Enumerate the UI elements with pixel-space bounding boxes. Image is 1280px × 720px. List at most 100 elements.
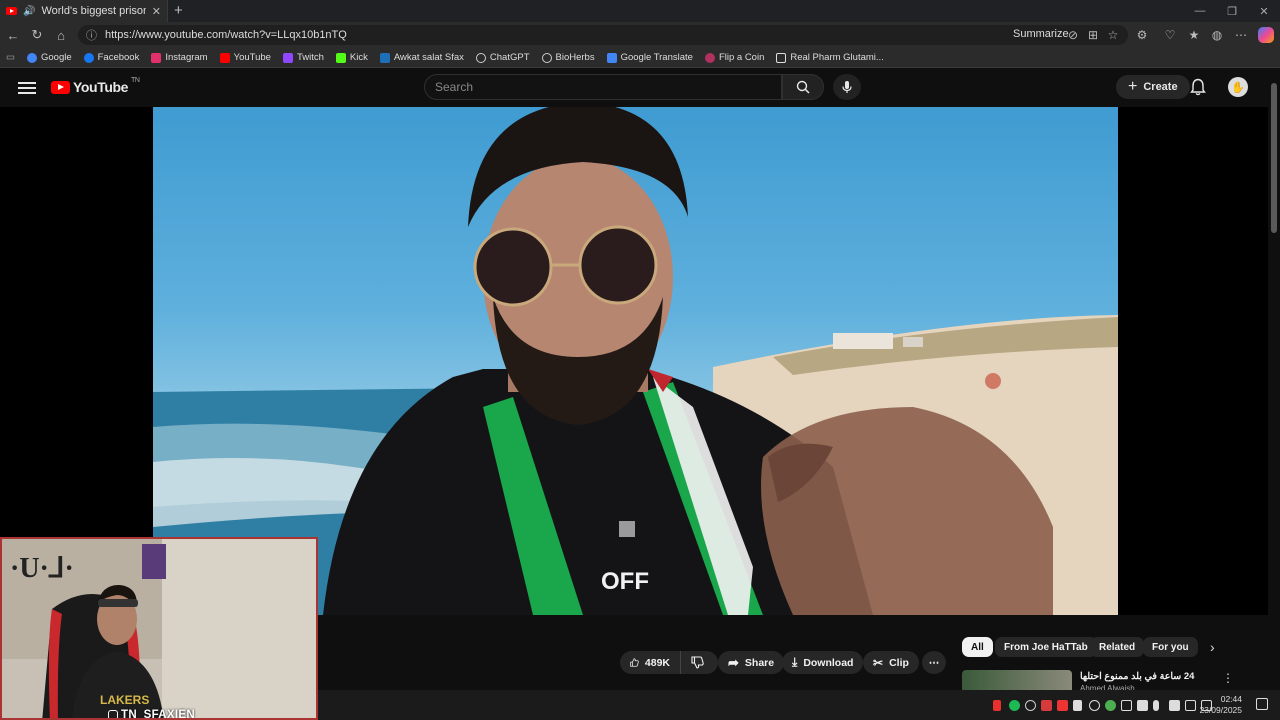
like-button[interactable]: 489K (620, 651, 680, 674)
chip-from-channel[interactable]: From Joe HaTTab (995, 637, 1097, 657)
bookmarks-menu-icon[interactable]: ▭ (0, 48, 21, 68)
minimize-button[interactable]: — (1184, 0, 1216, 22)
reader-view-icon[interactable]: ⊘ (1065, 27, 1081, 43)
scissors-icon: ✂ (873, 655, 884, 670)
tray-app-icon[interactable] (1105, 700, 1116, 711)
notifications-icon[interactable] (1256, 698, 1268, 710)
windows-taskbar: 02:44 23/09/2025 (318, 690, 1280, 720)
account-avatar[interactable]: ✋ (1228, 77, 1248, 97)
chip-all[interactable]: All (962, 637, 993, 657)
more-horizontal-icon: ⋯ (928, 656, 940, 669)
hamburger-menu-icon[interactable] (18, 79, 36, 97)
scrollbar-thumb[interactable] (1271, 83, 1277, 233)
more-actions-button[interactable]: ⋯ (922, 651, 946, 674)
chips-next-icon[interactable]: › (1210, 639, 1215, 655)
google-icon (26, 52, 37, 63)
bookmark-awkat-salat[interactable]: Awkat salat Sfax (374, 48, 470, 68)
bookmark-instagram[interactable]: Instagram (145, 48, 213, 68)
favorites-icon[interactable]: ★ (1186, 27, 1202, 43)
bookmark-google-translate[interactable]: Google Translate (601, 48, 699, 68)
real-pharm-icon (776, 52, 787, 63)
streamer-handle-label: TN_SFAXIEN (108, 709, 195, 718)
spotify-icon[interactable] (1009, 700, 1020, 711)
bookmark-youtube[interactable]: YouTube (214, 48, 277, 68)
browser-essentials-icon[interactable]: ♡ (1162, 27, 1178, 43)
chip-related[interactable]: Related (1090, 637, 1145, 657)
chatgpt-icon (475, 52, 486, 63)
profile-icon[interactable]: ◍ (1209, 27, 1225, 43)
close-window-button[interactable]: ✕ (1248, 0, 1280, 22)
extensions-icon[interactable]: ⚙ (1134, 27, 1150, 43)
tray-app-icon[interactable] (1073, 700, 1082, 711)
bookmarks-bar: ▭ Google Facebook Instagram YouTube Twit… (0, 48, 1280, 68)
download-icon: ⤓ (792, 655, 798, 669)
microphone-icon (842, 81, 852, 93)
tray-app-icon[interactable] (1089, 700, 1100, 711)
twitch-icon (282, 52, 293, 63)
clip-button[interactable]: ✂ Clip (863, 651, 919, 674)
recommended-thumbnail[interactable] (962, 670, 1072, 690)
tray-app-icon[interactable] (1025, 700, 1036, 711)
recommended-title[interactable]: 24 ساعة في بلد ممنوع احتلها (1080, 671, 1194, 682)
restore-button[interactable]: ❐ (1216, 0, 1248, 22)
tray-app-icon[interactable] (1137, 700, 1148, 711)
favorite-star-icon[interactable]: ☆ (1105, 27, 1121, 43)
chip-for-you[interactable]: For you (1143, 637, 1198, 657)
taskbar-clock[interactable]: 02:44 23/09/2025 (1199, 694, 1242, 716)
youtube-logo[interactable]: YouTube TN (51, 77, 140, 95)
page-scrollbar[interactable] (1268, 69, 1280, 689)
tray-app-icon[interactable] (1169, 700, 1180, 711)
thumbs-up-icon (630, 658, 639, 667)
youtube-header: YouTube TN Search + Create ✋ (0, 69, 1268, 107)
coin-icon (704, 52, 715, 63)
recommended-video-item[interactable]: 24 ساعة في بلد ممنوع احتلها Ahmed Alwais… (962, 670, 1262, 690)
instagram-icon (108, 710, 118, 718)
refresh-icon[interactable]: ↻ (28, 26, 46, 44)
tab-title: World's biggest prison - GA (41, 5, 145, 17)
notifications-bell-icon[interactable] (1190, 78, 1206, 96)
bookmark-kick[interactable]: Kick (330, 48, 374, 68)
new-tab-button[interactable]: + (174, 2, 183, 19)
search-button[interactable] (782, 74, 824, 100)
dislike-button[interactable] (680, 651, 718, 674)
tray-app-icon[interactable] (1041, 700, 1052, 711)
tray-app-icon[interactable] (1121, 700, 1132, 711)
more-options-icon[interactable]: ⋯ (1233, 27, 1249, 43)
jersey-text: LAKERS (100, 693, 149, 707)
recommended-menu-icon[interactable]: ⋮ (1222, 671, 1234, 685)
bookmark-bioherbs[interactable]: BioHerbs (536, 48, 601, 68)
bookmark-chatgpt[interactable]: ChatGPT (470, 48, 536, 68)
streamer-webcam: ·U·⅃· LAKERS TN_SFAXIEN (0, 537, 318, 720)
back-icon[interactable]: ← (4, 26, 22, 44)
voice-search-button[interactable] (833, 74, 861, 100)
microphone-tray-icon[interactable] (1153, 700, 1159, 711)
browser-tab[interactable]: 🔊 World's biggest prison - GA ✕ (0, 0, 168, 22)
tray-app-icon[interactable] (1057, 700, 1068, 711)
copilot-icon[interactable] (1258, 27, 1274, 43)
shirt-text: OFF (601, 568, 649, 595)
youtube-favicon-icon (6, 7, 17, 15)
globe-icon (541, 52, 552, 63)
tray-app-icon[interactable] (993, 700, 1001, 711)
app-available-icon[interactable]: ⊞ (1085, 27, 1101, 43)
network-icon[interactable] (1185, 700, 1196, 711)
create-button[interactable]: + Create (1116, 75, 1190, 99)
bookmark-real-pharm[interactable]: Real Pharm Glutami... (770, 48, 889, 68)
download-button[interactable]: ⤓ Download (782, 651, 864, 674)
translate-icon (606, 52, 617, 63)
bookmark-google[interactable]: Google (21, 48, 78, 68)
thumbs-down-icon (691, 656, 704, 669)
close-tab-icon[interactable]: ✕ (152, 5, 161, 18)
bookmark-twitch[interactable]: Twitch (277, 48, 330, 68)
youtube-play-logo-icon (51, 80, 70, 94)
kick-icon (335, 52, 346, 63)
search-input[interactable]: Search (424, 74, 782, 100)
bookmark-flip-a-coin[interactable]: Flip a Coin (699, 48, 770, 68)
url-field[interactable]: ⓘ https://www.youtube.com/watch?v=LLqx10… (78, 25, 1128, 45)
site-info-icon[interactable]: ⓘ (86, 27, 97, 43)
audio-playing-icon[interactable]: 🔊 (23, 6, 35, 17)
bookmark-facebook[interactable]: Facebook (78, 48, 146, 68)
summarize-button[interactable]: Summarize (1013, 28, 1069, 40)
home-icon[interactable]: ⌂ (52, 26, 70, 44)
share-button[interactable]: ➦ Share (718, 651, 785, 674)
